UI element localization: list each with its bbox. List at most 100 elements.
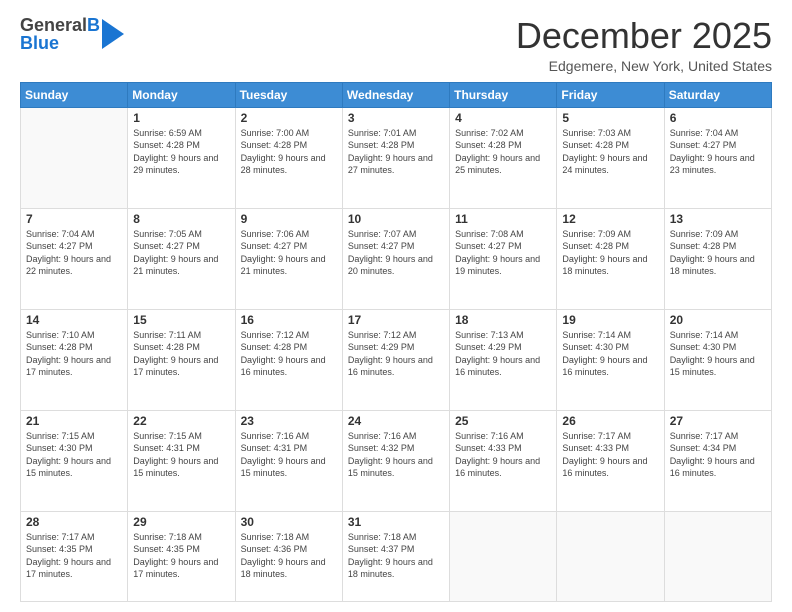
day-info: Sunrise: 7:14 AMSunset: 4:30 PMDaylight:… <box>670 329 766 379</box>
calendar-cell: 20 Sunrise: 7:14 AMSunset: 4:30 PMDayligh… <box>664 309 771 410</box>
day-info: Sunrise: 7:04 AMSunset: 4:27 PMDaylight:… <box>670 127 766 177</box>
day-number: 22 <box>133 414 229 428</box>
day-info: Sunrise: 7:14 AMSunset: 4:30 PMDaylight:… <box>562 329 658 379</box>
day-info: Sunrise: 7:02 AMSunset: 4:28 PMDaylight:… <box>455 127 551 177</box>
calendar-cell: 9Sunrise: 7:06 AMSunset: 4:27 PMDaylight… <box>235 208 342 309</box>
day-number: 26 <box>562 414 658 428</box>
calendar-cell: 1Sunrise: 6:59 AMSunset: 4:28 PMDaylight… <box>128 107 235 208</box>
day-number: 25 <box>455 414 551 428</box>
calendar-cell: 3 Sunrise: 7:01 AMSunset: 4:28 PMDaylight… <box>342 107 449 208</box>
day-info: Sunrise: 7:13 AMSunset: 4:29 PMDaylight:… <box>455 329 551 379</box>
day-info: Sunrise: 7:01 AMSunset: 4:28 PMDaylight:… <box>348 127 444 177</box>
col-thursday: Thursday <box>450 82 557 107</box>
calendar-cell: 28 Sunrise: 7:17 AMSunset: 4:35 PMDayligh… <box>21 511 128 601</box>
day-number: 20 <box>670 313 766 327</box>
day-number: 17 <box>348 313 444 327</box>
day-number: 14 <box>26 313 122 327</box>
day-info: Sunrise: 7:06 AMSunset: 4:27 PMDaylight:… <box>241 228 337 278</box>
day-info: Sunrise: 7:16 AMSunset: 4:31 PMDaylight:… <box>241 430 337 480</box>
calendar-cell: 27 Sunrise: 7:17 AMSunset: 4:34 PMDayligh… <box>664 410 771 511</box>
calendar-cell: 29 Sunrise: 7:18 AMSunset: 4:35 PMDayligh… <box>128 511 235 601</box>
page: GeneralB Blue December 2025 Edgemere, Ne… <box>0 0 792 612</box>
calendar-cell: 26 Sunrise: 7:17 AMSunset: 4:33 PMDayligh… <box>557 410 664 511</box>
col-saturday: Saturday <box>664 82 771 107</box>
calendar-cell: 6 Sunrise: 7:04 AMSunset: 4:27 PMDaylight… <box>664 107 771 208</box>
header: GeneralB Blue December 2025 Edgemere, Ne… <box>20 16 772 74</box>
day-info: Sunrise: 7:15 AMSunset: 4:31 PMDaylight:… <box>133 430 229 480</box>
day-number: 15 <box>133 313 229 327</box>
day-number: 13 <box>670 212 766 226</box>
calendar-cell: 8 Sunrise: 7:05 AMSunset: 4:27 PMDaylight… <box>128 208 235 309</box>
col-friday: Friday <box>557 82 664 107</box>
day-number: 3 <box>348 111 444 125</box>
day-number: 27 <box>670 414 766 428</box>
calendar-week-row: 7 Sunrise: 7:04 AMSunset: 4:27 PMDaylight… <box>21 208 772 309</box>
calendar-week-row: 14Sunrise: 7:10 AMSunset: 4:28 PMDayligh… <box>21 309 772 410</box>
day-number: 6 <box>670 111 766 125</box>
day-info: Sunrise: 7:17 AMSunset: 4:34 PMDaylight:… <box>670 430 766 480</box>
calendar-cell <box>664 511 771 601</box>
day-info: Sunrise: 7:04 AMSunset: 4:27 PMDaylight:… <box>26 228 122 278</box>
day-number: 7 <box>26 212 122 226</box>
logo-text-block: GeneralB Blue <box>20 16 100 52</box>
day-info: Sunrise: 7:17 AMSunset: 4:33 PMDaylight:… <box>562 430 658 480</box>
calendar-cell: 16Sunrise: 7:12 AMSunset: 4:28 PMDayligh… <box>235 309 342 410</box>
day-info: Sunrise: 7:12 AMSunset: 4:28 PMDaylight:… <box>241 329 337 379</box>
day-number: 2 <box>241 111 337 125</box>
subtitle: Edgemere, New York, United States <box>516 58 772 74</box>
calendar-cell <box>557 511 664 601</box>
day-info: Sunrise: 7:11 AMSunset: 4:28 PMDaylight:… <box>133 329 229 379</box>
calendar-cell: 24 Sunrise: 7:16 AMSunset: 4:32 PMDayligh… <box>342 410 449 511</box>
logo: GeneralB Blue <box>20 16 124 52</box>
calendar-table: Sunday Monday Tuesday Wednesday Thursday… <box>20 82 772 602</box>
logo-general: General <box>20 15 87 35</box>
calendar-cell: 13Sunrise: 7:09 AMSunset: 4:28 PMDayligh… <box>664 208 771 309</box>
day-number: 21 <box>26 414 122 428</box>
col-monday: Monday <box>128 82 235 107</box>
calendar-cell: 17Sunrise: 7:12 AMSunset: 4:29 PMDayligh… <box>342 309 449 410</box>
day-number: 28 <box>26 515 122 529</box>
day-number: 10 <box>348 212 444 226</box>
logo-triangle-icon <box>102 19 124 49</box>
day-info: Sunrise: 7:18 AMSunset: 4:37 PMDaylight:… <box>348 531 444 581</box>
calendar-cell: 2Sunrise: 7:00 AMSunset: 4:28 PMDaylight… <box>235 107 342 208</box>
day-number: 23 <box>241 414 337 428</box>
day-info: Sunrise: 7:17 AMSunset: 4:35 PMDaylight:… <box>26 531 122 581</box>
calendar-cell: 15 Sunrise: 7:11 AMSunset: 4:28 PMDayligh… <box>128 309 235 410</box>
day-info: Sunrise: 7:05 AMSunset: 4:27 PMDaylight:… <box>133 228 229 278</box>
logo-line1: GeneralB <box>20 16 100 34</box>
calendar-week-row: 1Sunrise: 6:59 AMSunset: 4:28 PMDaylight… <box>21 107 772 208</box>
calendar-cell: 31Sunrise: 7:18 AMSunset: 4:37 PMDayligh… <box>342 511 449 601</box>
day-info: Sunrise: 7:16 AMSunset: 4:32 PMDaylight:… <box>348 430 444 480</box>
day-number: 18 <box>455 313 551 327</box>
calendar-cell: 21Sunrise: 7:15 AMSunset: 4:30 PMDayligh… <box>21 410 128 511</box>
calendar-week-row: 21Sunrise: 7:15 AMSunset: 4:30 PMDayligh… <box>21 410 772 511</box>
calendar-cell <box>450 511 557 601</box>
day-number: 1 <box>133 111 229 125</box>
day-info: Sunrise: 7:16 AMSunset: 4:33 PMDaylight:… <box>455 430 551 480</box>
calendar-cell: 18 Sunrise: 7:13 AMSunset: 4:29 PMDayligh… <box>450 309 557 410</box>
day-info: Sunrise: 7:03 AMSunset: 4:28 PMDaylight:… <box>562 127 658 177</box>
calendar-header-row: Sunday Monday Tuesday Wednesday Thursday… <box>21 82 772 107</box>
logo-blue: Blue <box>20 34 100 52</box>
calendar-cell: 12Sunrise: 7:09 AMSunset: 4:28 PMDayligh… <box>557 208 664 309</box>
day-number: 29 <box>133 515 229 529</box>
col-sunday: Sunday <box>21 82 128 107</box>
day-number: 11 <box>455 212 551 226</box>
calendar-cell: 23 Sunrise: 7:16 AMSunset: 4:31 PMDayligh… <box>235 410 342 511</box>
calendar-cell: 19 Sunrise: 7:14 AMSunset: 4:30 PMDayligh… <box>557 309 664 410</box>
calendar-cell: 25 Sunrise: 7:16 AMSunset: 4:33 PMDayligh… <box>450 410 557 511</box>
day-number: 12 <box>562 212 658 226</box>
main-title: December 2025 <box>516 16 772 56</box>
calendar-cell: 5Sunrise: 7:03 AMSunset: 4:28 PMDaylight… <box>557 107 664 208</box>
day-number: 4 <box>455 111 551 125</box>
col-wednesday: Wednesday <box>342 82 449 107</box>
calendar-week-row: 28 Sunrise: 7:17 AMSunset: 4:35 PMDayligh… <box>21 511 772 601</box>
day-number: 8 <box>133 212 229 226</box>
logo-b: B <box>87 15 100 35</box>
day-info: Sunrise: 7:18 AMSunset: 4:36 PMDaylight:… <box>241 531 337 581</box>
day-info: Sunrise: 7:18 AMSunset: 4:35 PMDaylight:… <box>133 531 229 581</box>
day-number: 19 <box>562 313 658 327</box>
calendar-cell: 10Sunrise: 7:07 AMSunset: 4:27 PMDayligh… <box>342 208 449 309</box>
day-number: 24 <box>348 414 444 428</box>
